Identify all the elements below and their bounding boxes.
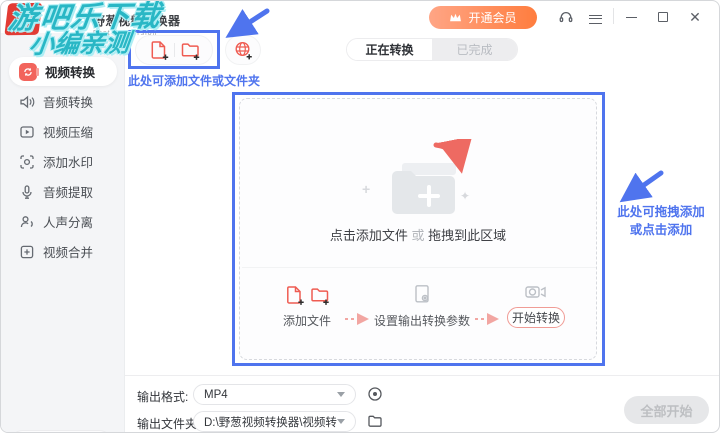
dropzone-hint-click: 点击添加文件	[330, 228, 408, 243]
output-format-value: MP4	[204, 389, 337, 401]
sidebar-item-label: 添加水印	[43, 152, 93, 171]
step2-label: 设置输出转换参数	[374, 312, 470, 329]
annotation-box-toolbar	[128, 30, 220, 69]
footer-divider	[125, 375, 720, 376]
add-file-icon	[284, 284, 306, 306]
output-format-dropdown[interactable]: MP4	[193, 384, 356, 405]
sidebar-item-label: 音频提取	[43, 182, 93, 201]
headset-icon[interactable]	[557, 8, 575, 26]
output-folder-label: 输出文件夹:	[137, 415, 200, 432]
sidebar-item-label: 人声分离	[43, 212, 93, 231]
sidebar-item-label: 音频转换	[43, 92, 93, 111]
video-compress-icon	[19, 124, 35, 140]
titlebar-divider	[613, 8, 614, 24]
sidebar-item-video-compress[interactable]: 视频压缩	[9, 117, 117, 146]
sidebar-item-label: 视频转换	[45, 62, 95, 81]
sidebar-item-audio-convert[interactable]: 音频转换	[9, 87, 117, 116]
chevron-down-icon	[337, 419, 345, 424]
sidebar-item-label: 视频压缩	[43, 122, 93, 141]
audio-extract-icon	[19, 184, 35, 200]
minimize-icon[interactable]	[619, 5, 643, 29]
close-icon[interactable]: ✕	[683, 5, 707, 29]
video-convert-icon	[19, 63, 37, 81]
vip-button-label: 开通会员	[468, 9, 516, 26]
audio-convert-icon	[19, 94, 35, 110]
add-url-button[interactable]	[225, 35, 261, 65]
dropzone-hint: 点击添加文件 或 拖拽到此区域	[240, 225, 596, 244]
menu-icon[interactable]	[586, 10, 604, 28]
tab-converting[interactable]: 正在转换	[347, 39, 432, 60]
dropzone-divider	[242, 267, 596, 268]
annotation-toolbar-hint: 此处可添加文件或文件夹	[128, 72, 260, 89]
sidebar-item-vocal-separate[interactable]: 人声分离	[9, 207, 117, 236]
add-watermark-icon	[19, 154, 35, 170]
step3-icon-wrap	[523, 281, 547, 308]
dropzone-hint-or: 或	[411, 228, 424, 243]
start-all-button[interactable]: 全部开始	[624, 396, 709, 424]
sidebar-item-video-convert[interactable]: 视频转换	[9, 57, 117, 86]
vip-crown-icon	[449, 12, 462, 23]
annotation-arrow-dropzone	[613, 167, 667, 207]
video-merge-icon	[19, 244, 35, 260]
app-window: 野葱视频转换器 Fast conversion 开通会员 ✕ 视频转换 音频转换	[0, 0, 720, 433]
annotation-line2: 或点击添加	[602, 221, 720, 239]
start-convert-button[interactable]: 开始转换	[507, 307, 565, 328]
annotation-dropzone-hint: 此处可拖拽添加 或点击添加	[602, 203, 720, 239]
flow-arrow-2	[473, 313, 503, 325]
sidebar-item-label: 视频合并	[43, 242, 93, 261]
maximize-icon[interactable]	[651, 5, 675, 29]
convert-camera-icon	[523, 281, 547, 303]
tab-completed[interactable]: 已完成	[432, 39, 517, 60]
chevron-down-icon	[337, 392, 345, 397]
app-name: 野葱视频转换器	[93, 12, 181, 29]
flow-arrow-1	[343, 313, 373, 325]
sparkle-star-right: ✦	[460, 189, 470, 203]
output-settings-icon	[411, 283, 433, 305]
sidebar-item-video-merge[interactable]: 视频合并	[9, 237, 117, 266]
step1-icons	[284, 284, 331, 306]
dropzone-hint-drag: 拖拽到此区域	[428, 228, 506, 243]
sidebar: 视频转换 音频转换 视频压缩 添加水印 音频提取 人声分离 视频合并	[1, 33, 125, 433]
step2-icon-wrap	[411, 283, 433, 310]
vip-button[interactable]: 开通会员	[429, 6, 537, 29]
open-folder-icon[interactable]	[366, 412, 384, 430]
sidebar-item-add-watermark[interactable]: 添加水印	[9, 147, 117, 176]
watermark-badge: 游	[4, 3, 42, 36]
add-folder-illustration	[380, 139, 480, 225]
sparkle-plus-left: +	[362, 181, 370, 197]
convert-tabs: 正在转换 已完成	[346, 38, 518, 61]
output-format-label: 输出格式:	[137, 388, 188, 405]
file-dropzone[interactable]: + ✦ 点击添加文件 或 拖拽到此区域 添加文件 设置输出转换参数	[239, 98, 597, 360]
step1-label: 添加文件	[283, 312, 331, 329]
vocal-separate-icon	[19, 214, 35, 230]
annotation-line1: 此处可拖拽添加	[602, 203, 720, 221]
output-folder-dropdown[interactable]: D:\野葱视频转换器\视频转换	[193, 411, 356, 432]
output-format-target-icon[interactable]	[366, 385, 384, 403]
add-folder-icon	[309, 284, 331, 306]
output-folder-value: D:\野葱视频转换器\视频转换	[204, 414, 337, 430]
sidebar-item-audio-extract[interactable]: 音频提取	[9, 177, 117, 206]
add-url-globe-icon	[232, 39, 254, 61]
